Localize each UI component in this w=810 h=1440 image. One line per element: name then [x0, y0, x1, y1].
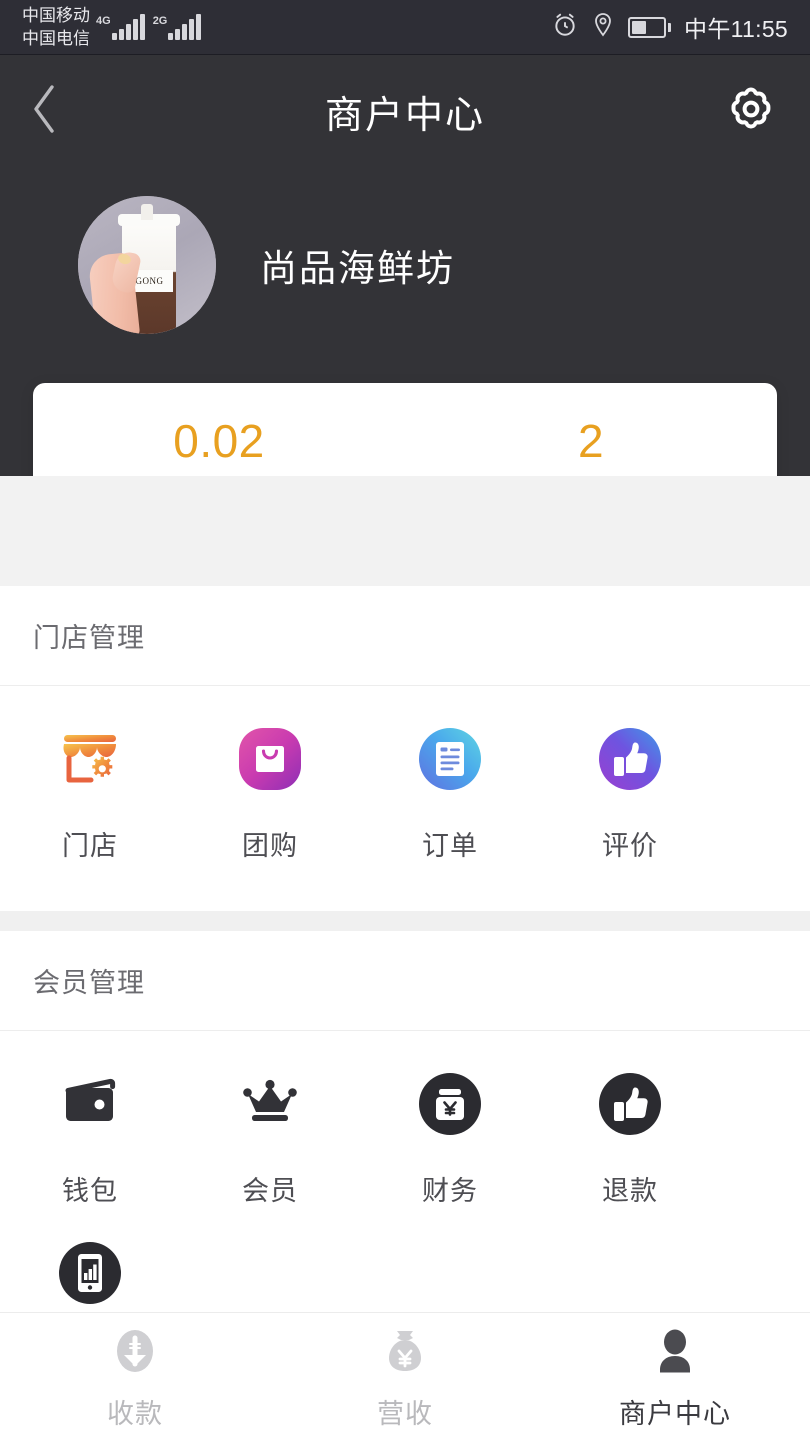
person-icon [648, 1322, 702, 1384]
location-pin-icon [591, 12, 615, 43]
receive-payment-arrow-icon [108, 1322, 162, 1384]
section-title-store-management: 门店管理 [0, 586, 810, 686]
grid-item-label: 财务 [422, 1176, 478, 1206]
content-scroll-area[interactable]: 门店管理 门店 团购 订单 评价 会员管理 钱包 会员 财务 退款 [0, 476, 810, 1440]
shopping-bag-icon [231, 720, 309, 798]
grid-item-label: 团购 [242, 831, 298, 861]
battery-icon [628, 16, 672, 38]
gear-icon [724, 82, 778, 141]
bottom-navigation-bar: 收款 营收 商户中心 [0, 1312, 810, 1440]
grid-item-groupbuy[interactable]: 团购 [180, 720, 360, 863]
status-bar-left: 中国移动 中国电信 4G 2G [22, 4, 203, 50]
grid-item-finance[interactable]: 财务 [360, 1065, 540, 1208]
grid-item-label: 订单 [422, 831, 478, 861]
grid-item-label: 退款 [602, 1176, 658, 1206]
settings-button[interactable] [720, 80, 782, 142]
grid-item-store[interactable]: 门店 [0, 720, 180, 863]
carrier-secondary-label: 中国电信 [22, 29, 90, 48]
carrier-primary-label: 中国移动 [22, 6, 90, 25]
card-overlap-spacer [0, 476, 810, 586]
grid-item-refund[interactable]: 退款 [540, 1065, 720, 1208]
avatar-cup-straw-shape [141, 204, 153, 220]
wallet-icon [51, 1065, 129, 1143]
money-bag-yuan-icon [378, 1322, 432, 1384]
grid-item-member[interactable]: 会员 [180, 1065, 360, 1208]
nav-item-merchant-center[interactable]: 商户中心 [540, 1313, 810, 1440]
merchant-identity[interactable]: GONG 尚品海鲜坊 [0, 190, 810, 340]
money-jar-yuan-icon [411, 1065, 489, 1143]
grid-item-wallet[interactable]: 钱包 [0, 1065, 180, 1208]
crown-icon [231, 1065, 309, 1143]
stat-value: 2 [577, 415, 605, 467]
nav-item-revenue[interactable]: 营收 [270, 1313, 540, 1440]
page-title: 商户中心 [324, 94, 485, 137]
signal-bars-icon [168, 14, 203, 40]
phone-chart-icon [51, 1234, 129, 1312]
thumbs-up-icon [591, 720, 669, 798]
network-type-secondary-label: 2G [152, 15, 168, 27]
grid-item-reviews[interactable]: 评价 [540, 720, 720, 863]
merchant-name: 尚品海鲜坊 [260, 248, 455, 289]
merchant-avatar-photo[interactable]: GONG [78, 196, 216, 334]
nav-item-label: 营收 [377, 1399, 433, 1429]
grid-item-label: 钱包 [62, 1176, 118, 1206]
merchant-center-screen: 中国移动 中国电信 4G 2G 中午11:55 商户中心 GONG 尚品海鲜坊 … [0, 0, 810, 1440]
grid-item-orders[interactable]: 订单 [360, 720, 540, 863]
status-bar: 中国移动 中国电信 4G 2G 中午11:55 [0, 0, 810, 55]
signal-sim1: 4G [96, 14, 147, 40]
nav-item-label: 收款 [107, 1399, 163, 1429]
storefront-gear-icon [51, 720, 129, 798]
back-chevron-icon [28, 82, 62, 141]
nav-item-label: 商户中心 [619, 1399, 731, 1429]
grid-item-label: 会员 [242, 1176, 298, 1206]
app-header: 商户中心 [0, 55, 810, 167]
stat-value: 0.02 [173, 415, 265, 467]
signal-bars-icon [111, 14, 147, 40]
network-type-primary-label: 4G [96, 15, 111, 27]
signal-sim2: 2G [153, 14, 204, 40]
grid-item-label: 门店 [62, 831, 118, 861]
back-button[interactable] [28, 81, 88, 141]
order-document-icon [411, 720, 489, 798]
alarm-clock-icon [552, 12, 578, 43]
section-store-management: 门店管理 门店 团购 订单 评价 [0, 586, 810, 911]
store-management-grid: 门店 团购 订单 评价 [0, 686, 810, 911]
status-bar-time: 中午11:55 [684, 16, 788, 42]
section-title-member-management: 会员管理 [0, 931, 810, 1031]
grid-item-label: 评价 [602, 831, 658, 861]
section-divider [0, 911, 810, 931]
nav-item-receive-payment[interactable]: 收款 [0, 1313, 270, 1440]
carrier-names: 中国移动 中国电信 [22, 4, 90, 50]
status-bar-right: 中午11:55 [552, 10, 788, 44]
thumbs-up-circle-icon [591, 1065, 669, 1143]
